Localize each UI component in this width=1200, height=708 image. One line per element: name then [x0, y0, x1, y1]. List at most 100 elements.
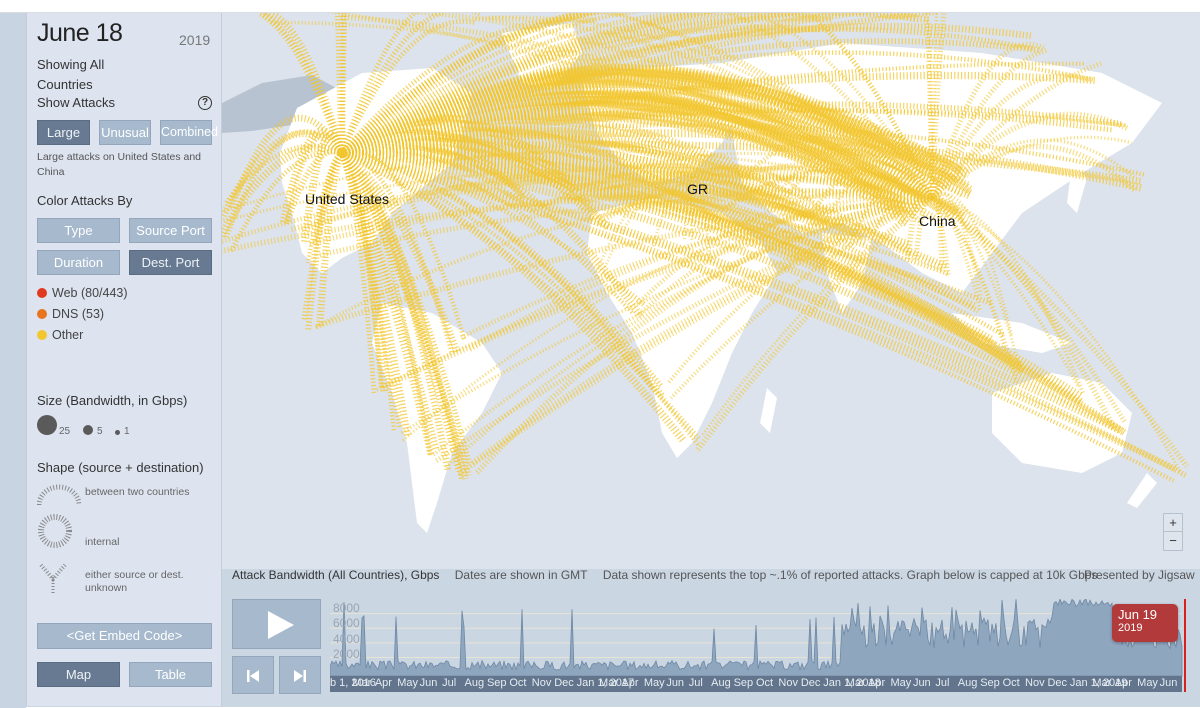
timeline-axis: b 1, 2016MarAprMayJunJulAugSepOctNovDecJ…: [330, 676, 1182, 692]
axis-label: May: [891, 677, 912, 689]
axis-label: May: [1137, 677, 1158, 689]
left-gutter: [0, 13, 26, 708]
axis-label: Mar: [846, 677, 865, 689]
axis-label: Nov: [778, 677, 798, 689]
axis-label: Apr: [868, 677, 885, 689]
tab-map[interactable]: Map: [37, 662, 120, 687]
chart-title: Attack Bandwidth (All Countries), Gbps: [232, 568, 439, 582]
bandwidth-timeline[interactable]: 8000 6000 4000 2000 b 1, 2016MarAprMayJu…: [330, 599, 1190, 699]
current-date-flag: Jun 19 2019: [1112, 604, 1178, 642]
other-color-dot-icon: [37, 330, 47, 340]
flag-year: 2019: [1118, 622, 1178, 634]
axis-label: May: [397, 677, 418, 689]
axis-label: Sep: [980, 677, 1000, 689]
y-tick: 8000: [333, 601, 360, 615]
axis-label: May: [644, 677, 665, 689]
skip-forward-icon: [294, 670, 308, 682]
showing-countries-link[interactable]: Countries: [37, 77, 93, 92]
funnel-icon: [37, 561, 69, 595]
shape-internal-label: internal: [85, 536, 205, 549]
size-label: 25: [59, 426, 70, 437]
legend-item-other: Other: [37, 328, 83, 342]
ring-icon: [37, 513, 73, 549]
shape-legend-title: Shape (source + destination): [37, 460, 204, 475]
skip-back-icon: [247, 670, 261, 682]
axis-label: Apr: [621, 677, 638, 689]
size-5-circle-icon: [83, 425, 93, 435]
shape-unknown-label: either source or dest. unknown: [85, 569, 205, 595]
credit-link[interactable]: Presented by Jigsaw: [1084, 568, 1195, 582]
color-by-label: Color Attacks By: [37, 193, 132, 208]
legend-label: Web (80/443): [52, 286, 128, 300]
filter-large-button[interactable]: Large: [37, 120, 90, 145]
axis-label: Oct: [1003, 677, 1020, 689]
showing-label: Showing All: [37, 57, 104, 72]
zoom-out-button[interactable]: −: [1164, 532, 1182, 550]
map-canvas: [222, 13, 1200, 569]
legend-label: Other: [52, 328, 83, 342]
size-1-circle-icon: [115, 430, 120, 435]
shape-between-label: between two countries: [85, 486, 205, 499]
color-dest-port-button[interactable]: Dest. Port: [129, 250, 212, 275]
axis-label: Nov: [1025, 677, 1045, 689]
size-legend-title: Size (Bandwidth, in Gbps): [37, 393, 187, 408]
zoom-in-button[interactable]: +: [1164, 514, 1182, 532]
label-gr[interactable]: GR: [687, 181, 708, 197]
bandwidth-area: [330, 599, 1182, 676]
legend-label: DNS (53): [52, 307, 104, 321]
y-tick: 6000: [333, 616, 360, 630]
tab-table[interactable]: Table: [129, 662, 212, 687]
legend-item-web: Web (80/443): [37, 286, 128, 300]
legend-item-dns: DNS (53): [37, 307, 104, 321]
axis-label: Mar: [1092, 677, 1111, 689]
help-icon[interactable]: ?: [198, 96, 212, 110]
color-duration-button[interactable]: Duration: [37, 250, 120, 275]
size-25-circle-icon: [37, 415, 57, 435]
skip-forward-button[interactable]: [279, 656, 321, 694]
axis-label: Jul: [689, 677, 703, 689]
axis-label: Jun: [420, 677, 438, 689]
current-year: 2019: [179, 32, 210, 48]
filter-combined-button[interactable]: Combined: [160, 120, 212, 145]
flag-date: Jun 19: [1118, 607, 1178, 622]
gmt-note: Dates are shown in GMT: [455, 568, 588, 582]
dns-color-dot-icon: [37, 309, 47, 319]
axis-label: Jun: [913, 677, 931, 689]
axis-label: Apr: [1115, 677, 1132, 689]
filter-unusual-button[interactable]: Unusual: [99, 120, 151, 145]
current-date: June 18: [37, 19, 122, 48]
sidebar: June 18 2019 Showing All Countries Show …: [26, 13, 222, 706]
info-bar: Attack Bandwidth (All Countries), Gbps D…: [232, 568, 1109, 582]
y-tick: 2000: [333, 647, 360, 661]
get-embed-code-button[interactable]: <Get Embed Code>: [37, 623, 212, 649]
zoom-control: + −: [1163, 513, 1183, 551]
axis-label: Jul: [442, 677, 456, 689]
world-map[interactable]: United States GR China + −: [222, 13, 1200, 569]
label-united-states[interactable]: United States: [305, 191, 389, 207]
axis-label: Mar: [352, 677, 371, 689]
play-button[interactable]: [232, 599, 321, 649]
axis-label: Oct: [509, 677, 526, 689]
label-china[interactable]: China: [919, 213, 956, 229]
axis-label: Sep: [734, 677, 754, 689]
data-note: Data shown represents the top ~.1% of re…: [603, 568, 1098, 582]
web-color-dot-icon: [37, 288, 47, 298]
axis-label: Aug: [465, 677, 485, 689]
skip-back-button[interactable]: [232, 656, 274, 694]
size-label: 1: [124, 426, 130, 437]
axis-label: Mar: [599, 677, 618, 689]
size-label: 5: [97, 426, 103, 437]
axis-label: Aug: [958, 677, 978, 689]
axis-label: Jun: [1160, 677, 1178, 689]
show-attacks-label: Show Attacks: [37, 95, 115, 110]
color-source-port-button[interactable]: Source Port: [129, 218, 212, 243]
y-tick: 4000: [333, 632, 360, 646]
play-icon: [268, 611, 294, 639]
color-type-button[interactable]: Type: [37, 218, 120, 243]
axis-label: Dec: [801, 677, 821, 689]
axis-label: Dec: [554, 677, 574, 689]
axis-label: Jul: [935, 677, 949, 689]
axis-label: Apr: [375, 677, 392, 689]
axis-label: Oct: [756, 677, 773, 689]
app-window: June 18 2019 Showing All Countries Show …: [0, 12, 1200, 707]
